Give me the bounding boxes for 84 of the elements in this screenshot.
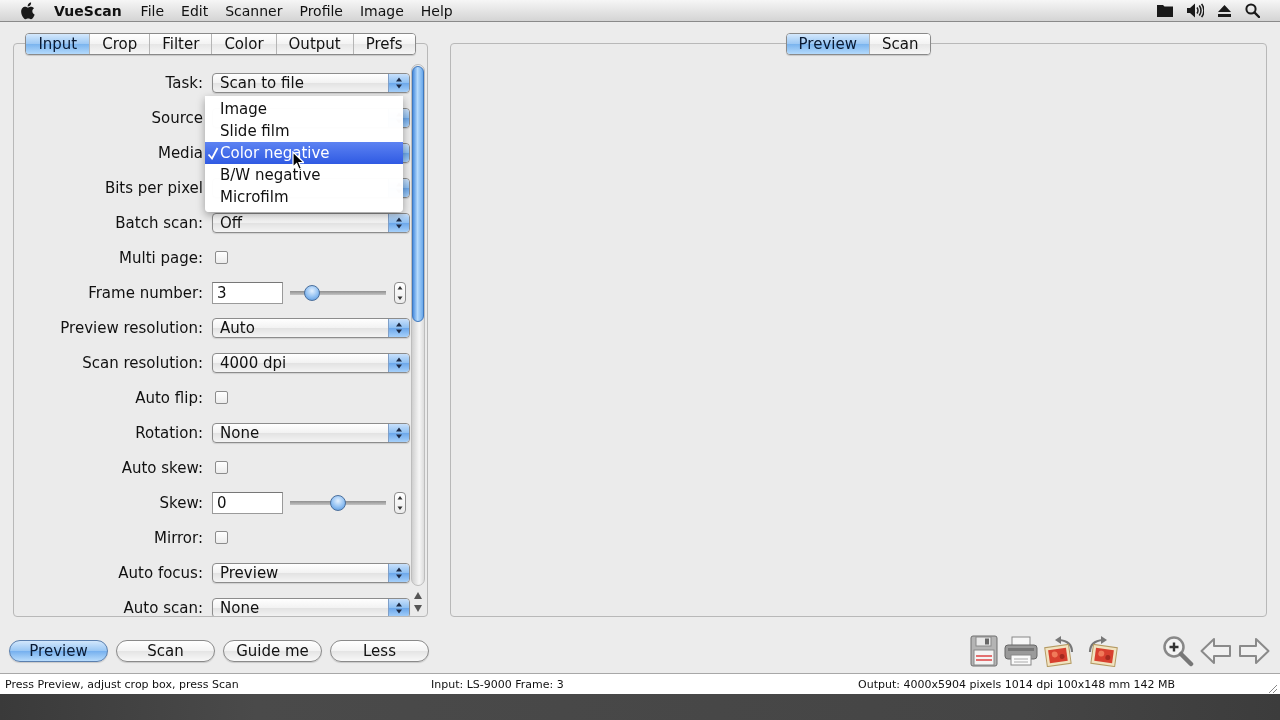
up-down-arrows-icon [397, 494, 403, 511]
search-icon[interactable] [1245, 3, 1260, 18]
app-menu[interactable]: VueScan [54, 2, 122, 19]
menu-option[interactable]: B/W negative [205, 163, 403, 186]
left-arrow-icon[interactable] [1200, 637, 1232, 665]
setting-label: Auto focus: [118, 564, 203, 581]
setting-label: Media [157, 144, 203, 161]
status-text: Press Preview, adjust crop box, press Scan [5, 677, 240, 691]
tab[interactable]: Crop [90, 34, 151, 54]
popup-button[interactable]: Scan to file [212, 72, 410, 93]
scroll-up-arrow-icon[interactable] [414, 592, 422, 599]
checkbox[interactable] [215, 531, 228, 544]
menu-option[interactable]: Color negative [205, 141, 403, 164]
setting-label: Bits per pixel [104, 179, 203, 196]
scrollbar-thumb[interactable] [412, 66, 424, 322]
setting-label: Auto skew: [121, 459, 203, 476]
popup-button[interactable]: None [212, 422, 410, 443]
eject-icon[interactable] [1218, 4, 1231, 17]
scroll-down-arrow-icon[interactable] [414, 605, 422, 612]
tab[interactable]: Color [212, 34, 277, 54]
push-button[interactable]: Guide me [223, 640, 322, 662]
up-down-arrows-icon [388, 73, 409, 92]
checkbox[interactable] [215, 391, 228, 404]
slider-thumb[interactable] [330, 494, 346, 511]
up-down-arrows-icon [388, 598, 409, 616]
text-field[interactable]: 0 [212, 491, 283, 514]
popup-button[interactable]: Auto [212, 317, 410, 338]
menu-item[interactable]: Image [359, 2, 404, 19]
apple-icon[interactable] [20, 1, 35, 20]
up-down-arrows-icon [397, 284, 403, 301]
tab[interactable]: Scan [869, 34, 931, 54]
zoom-in-icon[interactable] [1162, 635, 1194, 667]
popup-button[interactable]: Off [212, 212, 410, 233]
menu-item[interactable]: Scanner [225, 2, 283, 19]
tab[interactable]: Input [26, 34, 91, 54]
setting-label: Auto scan: [123, 599, 203, 616]
setting-label: Batch scan: [115, 214, 203, 231]
stepper-button[interactable] [394, 491, 406, 514]
printer-icon[interactable] [1004, 636, 1038, 666]
tab[interactable]: Filter [150, 34, 213, 54]
push-button[interactable]: Preview [9, 640, 108, 662]
status-text: Output: 4000x5904 pixels 1014 dpi 100x148 mm 142 MB [858, 677, 1177, 691]
scrollbar-track[interactable] [411, 64, 425, 586]
up-down-arrows-icon [388, 318, 409, 337]
checkbox[interactable] [215, 461, 228, 474]
menu-item[interactable]: Profile [299, 2, 343, 19]
menu-option[interactable]: Image [205, 97, 403, 120]
status-text: Input: LS-9000 Frame: 3 [431, 677, 565, 691]
popup-button[interactable]: None [212, 597, 410, 616]
up-down-arrows-icon [388, 423, 409, 442]
setting-label: Task: [165, 74, 203, 91]
push-button[interactable]: Scan [116, 640, 215, 662]
folder-icon[interactable] [1157, 4, 1173, 17]
setting-label: Rotation: [135, 424, 203, 441]
tab[interactable]: Prefs [353, 34, 415, 54]
setting-label: Preview resolution: [60, 319, 203, 336]
popup-button[interactable]: 4000 dpi [212, 352, 410, 373]
menu-item[interactable]: Help [420, 2, 453, 19]
setting-label: Source [151, 109, 203, 126]
menu-option[interactable]: Microfilm [205, 185, 403, 208]
stepper-button[interactable] [394, 281, 406, 304]
popup-button[interactable]: Preview [212, 562, 410, 583]
up-down-arrows-icon [388, 353, 409, 372]
tab[interactable]: Output [276, 34, 354, 54]
menu-item[interactable]: File [140, 2, 165, 19]
setting-label: Multi page: [119, 249, 203, 266]
setting-label: Scan resolution: [82, 354, 203, 371]
setting-label: Frame number: [88, 284, 203, 301]
setting-label: Auto flip: [135, 389, 203, 406]
text-field[interactable]: 3 [212, 281, 283, 304]
up-down-arrows-icon [388, 563, 409, 582]
menu-item[interactable]: Edit [181, 2, 209, 19]
setting-label: Skew: [159, 494, 203, 511]
up-down-arrows-icon [388, 213, 409, 232]
resize-grip-icon[interactable] [1266, 682, 1278, 694]
checkbox[interactable] [215, 251, 228, 264]
push-button[interactable]: Less [330, 640, 429, 662]
checkmark-icon [207, 146, 219, 160]
tab[interactable]: Preview [786, 34, 870, 54]
setting-label: Mirror: [154, 529, 203, 546]
menu-option[interactable]: Slide film [205, 119, 403, 142]
slider-thumb[interactable] [304, 284, 321, 301]
right-arrow-icon[interactable] [1238, 637, 1270, 665]
speaker-icon[interactable] [1187, 3, 1204, 18]
